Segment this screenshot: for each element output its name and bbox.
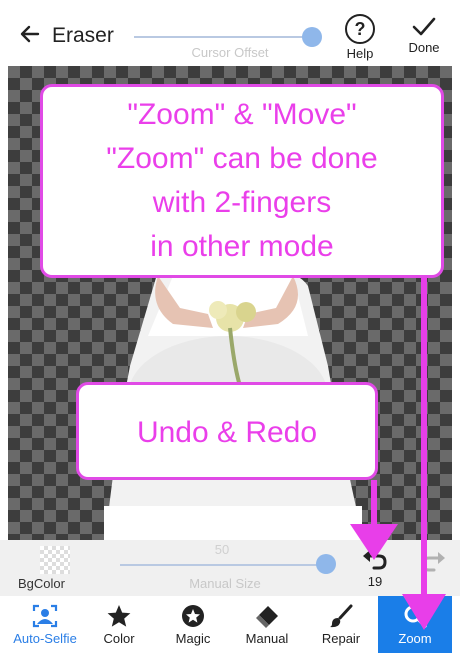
redo-icon[interactable] [418, 546, 448, 576]
manual-size-slider-thumb[interactable] [316, 554, 336, 574]
help-icon: ? [345, 14, 375, 44]
controls-strip: BgColor 50 Manual Size 19 [0, 540, 460, 596]
bottom-toolbar: Auto-Selfie Color Magic Manual Repair Zo… [8, 596, 452, 653]
brush-icon [330, 604, 353, 628]
manual-size-value: 50 [214, 542, 230, 557]
tool-label: Zoom [398, 631, 432, 646]
done-label: Done [408, 40, 440, 55]
zoom-callout-line-3: with 2-fingers [152, 186, 332, 219]
tool-manual[interactable]: Manual [230, 596, 304, 653]
manual-size-slider-track[interactable] [120, 564, 320, 566]
tool-label: Auto-Selfie [13, 631, 77, 646]
cursor-offset-label: Cursor Offset [191, 45, 269, 60]
tool-zoom[interactable]: Zoom [378, 596, 452, 653]
check-icon [412, 17, 436, 36]
help-button[interactable]: ? Help [336, 6, 384, 62]
tool-color[interactable]: Color [82, 596, 156, 653]
manual-size-label: Manual Size [189, 576, 261, 591]
zoom-callout-line-4: in other mode [150, 230, 334, 263]
bgcolor-swatch[interactable] [40, 546, 70, 574]
tool-label: Magic [175, 631, 211, 646]
tool-auto-selfie[interactable]: Auto-Selfie [8, 596, 82, 653]
zoom-callout-line-1: "Zoom" & "Move" [127, 98, 357, 131]
tool-label: Repair [321, 631, 361, 646]
cursor-offset-slider-thumb[interactable] [302, 27, 322, 47]
undo-icon[interactable] [360, 544, 390, 574]
undo-count: 19 [367, 574, 383, 589]
star-icon [107, 605, 131, 627]
search-icon [404, 605, 427, 628]
zoom-callout: "Zoom" & "Move" "Zoom" can be done with … [40, 84, 444, 278]
cursor-offset-slider-track[interactable] [134, 36, 310, 38]
page-title: Eraser [52, 24, 114, 47]
tool-repair[interactable]: Repair [304, 596, 378, 653]
eraser-icon [256, 606, 278, 628]
done-button[interactable]: Done [400, 6, 448, 62]
help-label: Help [346, 46, 374, 61]
zoom-callout-line-2: "Zoom" can be done [106, 142, 378, 175]
magic-star-icon [182, 605, 204, 627]
bgcolor-label: BgColor [18, 576, 65, 591]
tool-label: Color [103, 631, 135, 646]
tool-magic[interactable]: Magic [156, 596, 230, 653]
back-arrow-icon[interactable] [18, 22, 42, 46]
eraser-screen: Eraser Cursor Offset ? Help Done "Zoom" … [0, 0, 460, 653]
auto-selfie-icon [32, 604, 58, 628]
top-bar: Eraser Cursor Offset ? Help Done [0, 0, 460, 66]
tool-label: Manual [245, 631, 289, 646]
undo-callout: Undo & Redo [76, 382, 378, 480]
